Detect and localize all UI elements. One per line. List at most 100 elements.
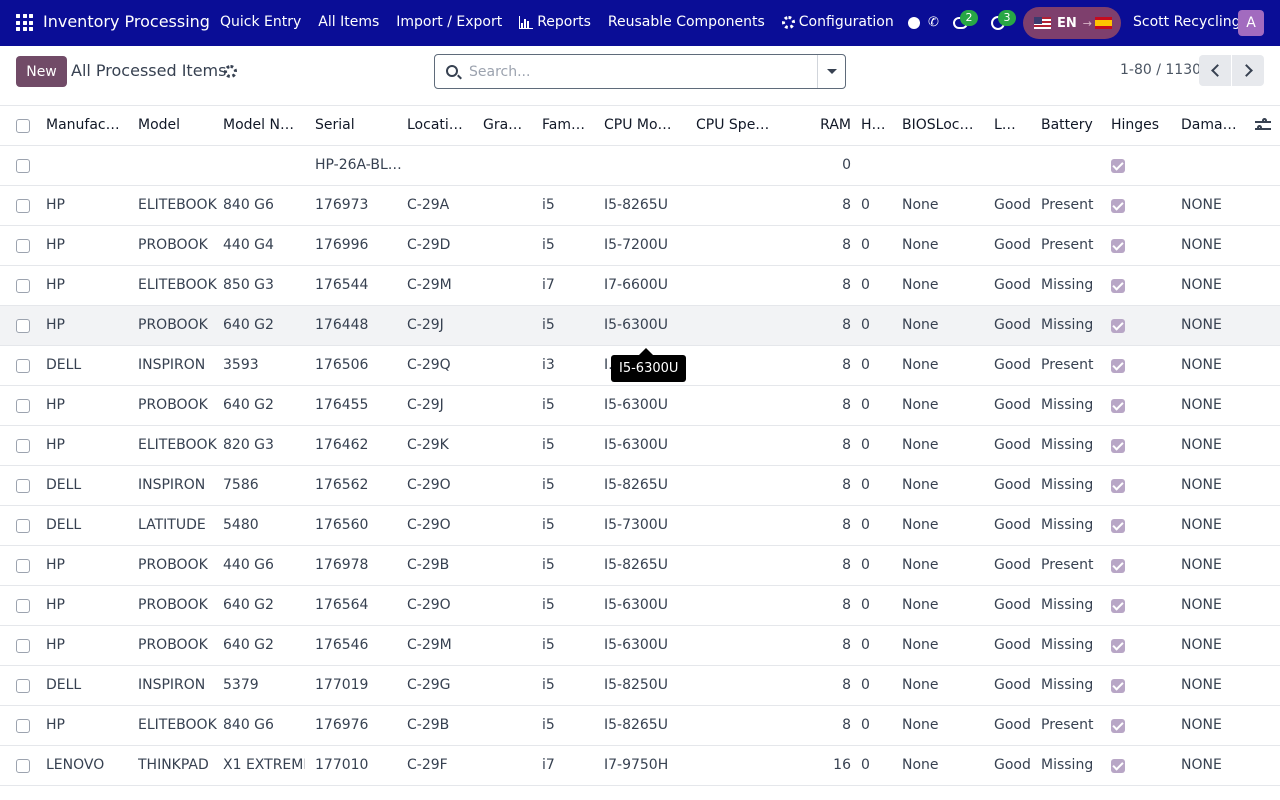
company-name[interactable]: Scott Recycling [1133,14,1241,30]
column-header-model-number[interactable]: Model N… [223,106,305,146]
cell-cpu-speed [696,626,776,666]
column-header-model[interactable]: Model [138,106,218,146]
menu-item-label: Reports [537,14,591,30]
table-row[interactable]: DELL INSPIRON 5379 177019 C-29G i5 I5-8250U 8 0 N… [0,666,1280,706]
phone-icon[interactable]: ✆ [928,16,940,29]
optional-columns-icon[interactable] [1255,117,1271,133]
column-header-bios-lock[interactable]: BIOSLoc… [902,106,988,146]
table-row[interactable]: HP PROBOOK 640 G2 176564 C-29O i5 I5-6300U 8 0 No… [0,586,1280,626]
cell-model-number: 440 G4 [223,237,274,253]
menu-item-quick-entry[interactable]: Quick Entry [220,14,301,30]
language-switcher[interactable]: EN → [1023,7,1121,39]
row-select-checkbox[interactable] [16,279,30,293]
table-row[interactable]: HP PROBOOK 440 G6 176978 C-29B i5 I5-8265U 8 0 No… [0,546,1280,586]
cell-serial: 176544 [315,277,369,293]
cell-serial: 176996 [315,237,369,253]
cell-damage: NONE [1181,557,1222,573]
cell-ram: 8 [842,677,851,693]
search-options-toggle[interactable] [817,55,846,88]
row-select-checkbox[interactable] [16,679,30,693]
cell-family: i5 [542,557,555,573]
menu-item-configuration[interactable]: Configuration [781,14,894,30]
gear-icon[interactable] [224,65,237,78]
table-row[interactable]: HP ELITEBOOK 840 G6 176973 C-29A i5 I5-8265U 8 0… [0,186,1280,226]
menu-item-all-items[interactable]: All Items [318,14,379,30]
row-select-checkbox[interactable] [16,759,30,773]
table-row[interactable]: DELL INSPIRON 7586 176562 C-29O i5 I5-8265U 8 0 N… [0,466,1280,506]
menu-item-label: All Items [318,14,380,30]
hinges-checkbox [1111,159,1125,173]
new-button[interactable]: New [16,56,67,87]
pager-previous-button[interactable] [1199,55,1231,86]
cell-ram: 8 [842,637,851,653]
cell-grade [483,426,535,466]
row-select-checkbox[interactable] [16,319,30,333]
row-select-checkbox[interactable] [16,199,30,213]
column-header-battery[interactable]: Battery [1041,106,1105,146]
column-header-hdd[interactable]: H… [861,106,889,146]
column-header-cpu-speed[interactable]: CPU Spe… [696,106,776,146]
messages-button[interactable]: 2 [948,10,978,35]
row-select-checkbox[interactable] [16,559,30,573]
column-header-location[interactable]: Locati… [407,106,477,146]
row-select-checkbox[interactable] [16,599,30,613]
table-row[interactable]: DELL LATITUDE 5480 176560 C-29O i5 I5-7300U 8 0 N… [0,506,1280,546]
cell-grade [483,626,535,666]
cell-serial: 177019 [315,677,369,693]
cell-grade [483,386,535,426]
cell-cpu-speed [696,386,776,426]
table-row[interactable]: HP PROBOOK 440 G4 176996 C-29D i5 I5-7200U 8 0 No… [0,226,1280,266]
cell-bios-lock: None [902,357,939,373]
pager-next-button[interactable] [1232,55,1264,86]
table-row[interactable]: HP PROBOOK 640 G2 176455 C-29J i5 I5-6300U 8 0 No… [0,386,1280,426]
avatar[interactable]: A [1238,10,1264,36]
select-all-checkbox[interactable] [16,119,30,133]
cell-model: ELITEBOOK [138,437,217,453]
search-input[interactable] [469,61,809,82]
app-title[interactable]: Inventory Processing [43,12,210,31]
row-select-checkbox[interactable] [16,719,30,733]
row-select-checkbox[interactable] [16,159,30,173]
row-select-checkbox[interactable] [16,239,30,253]
column-header-lcd[interactable]: L… [994,106,1034,146]
row-select-checkbox[interactable] [16,359,30,373]
column-header-serial[interactable]: Serial [315,106,401,146]
apps-menu-icon[interactable] [16,14,33,31]
table-row[interactable]: HP PROBOOK 640 G2 176546 C-29M i5 I5-6300U 8 0 No… [0,626,1280,666]
pager-value[interactable]: 1-80 / 1130 [1120,62,1201,78]
table-row[interactable]: HP-26A-BL… 0 [0,146,1280,186]
table-row[interactable]: HP ELITEBOOK 820 G3 176462 C-29K i5 I5-6300U 8 0… [0,426,1280,466]
row-select-checkbox[interactable] [16,519,30,533]
status-dot-icon[interactable] [908,17,920,29]
menu-item-reusable-components[interactable]: Reusable Components [608,14,765,30]
hinges-checkbox [1111,439,1125,453]
menu-item-reports[interactable]: Reports [519,14,591,30]
table-row[interactable]: HP PROBOOK 640 G2 176448 C-29J i5 I5-6300U 8 0 No… [0,306,1280,346]
row-select-checkbox[interactable] [16,399,30,413]
column-header-manufacturer[interactable]: Manufac… [46,106,132,146]
column-header-damage[interactable]: Dama… [1181,106,1243,146]
cell-hdd: 0 [861,437,870,453]
row-select-checkbox[interactable] [16,639,30,653]
table-row[interactable]: HP ELITEBOOK 850 G3 176544 C-29M i7 I7-6600U 8 0… [0,266,1280,306]
menu-item-import-export[interactable]: Import / Export [396,14,502,30]
cell-family: i5 [542,717,555,733]
cell-lcd: Good [994,237,1031,253]
row-select-checkbox[interactable] [16,439,30,453]
cell-cpu-model: I5-8265U [604,717,668,733]
table-row[interactable]: HP ELITEBOOK 840 G6 176976 C-29B i5 I5-8265U 8 0… [0,706,1280,746]
column-header-grade[interactable]: Gra… [483,106,535,146]
column-header-ram[interactable]: RAM [790,106,851,146]
activities-button[interactable]: 3 [986,10,1016,35]
cell-bios-lock: None [902,197,939,213]
cell-location: C-29O [407,517,451,533]
column-header-cpu-model[interactable]: CPU Mo… [604,106,690,146]
column-header-family[interactable]: Fam… [542,106,598,146]
cell-model-number: 640 G2 [223,397,274,413]
row-select-checkbox[interactable] [16,479,30,493]
column-header-hinges[interactable]: Hinges [1111,106,1173,146]
language-code: EN [1057,15,1077,31]
table-row[interactable]: LENOVO THINKPAD X1 EXTREME 177010 C-29F i7 I7-… [0,746,1280,786]
cell-grade [483,146,535,186]
cell-model: PROBOOK [138,597,208,613]
